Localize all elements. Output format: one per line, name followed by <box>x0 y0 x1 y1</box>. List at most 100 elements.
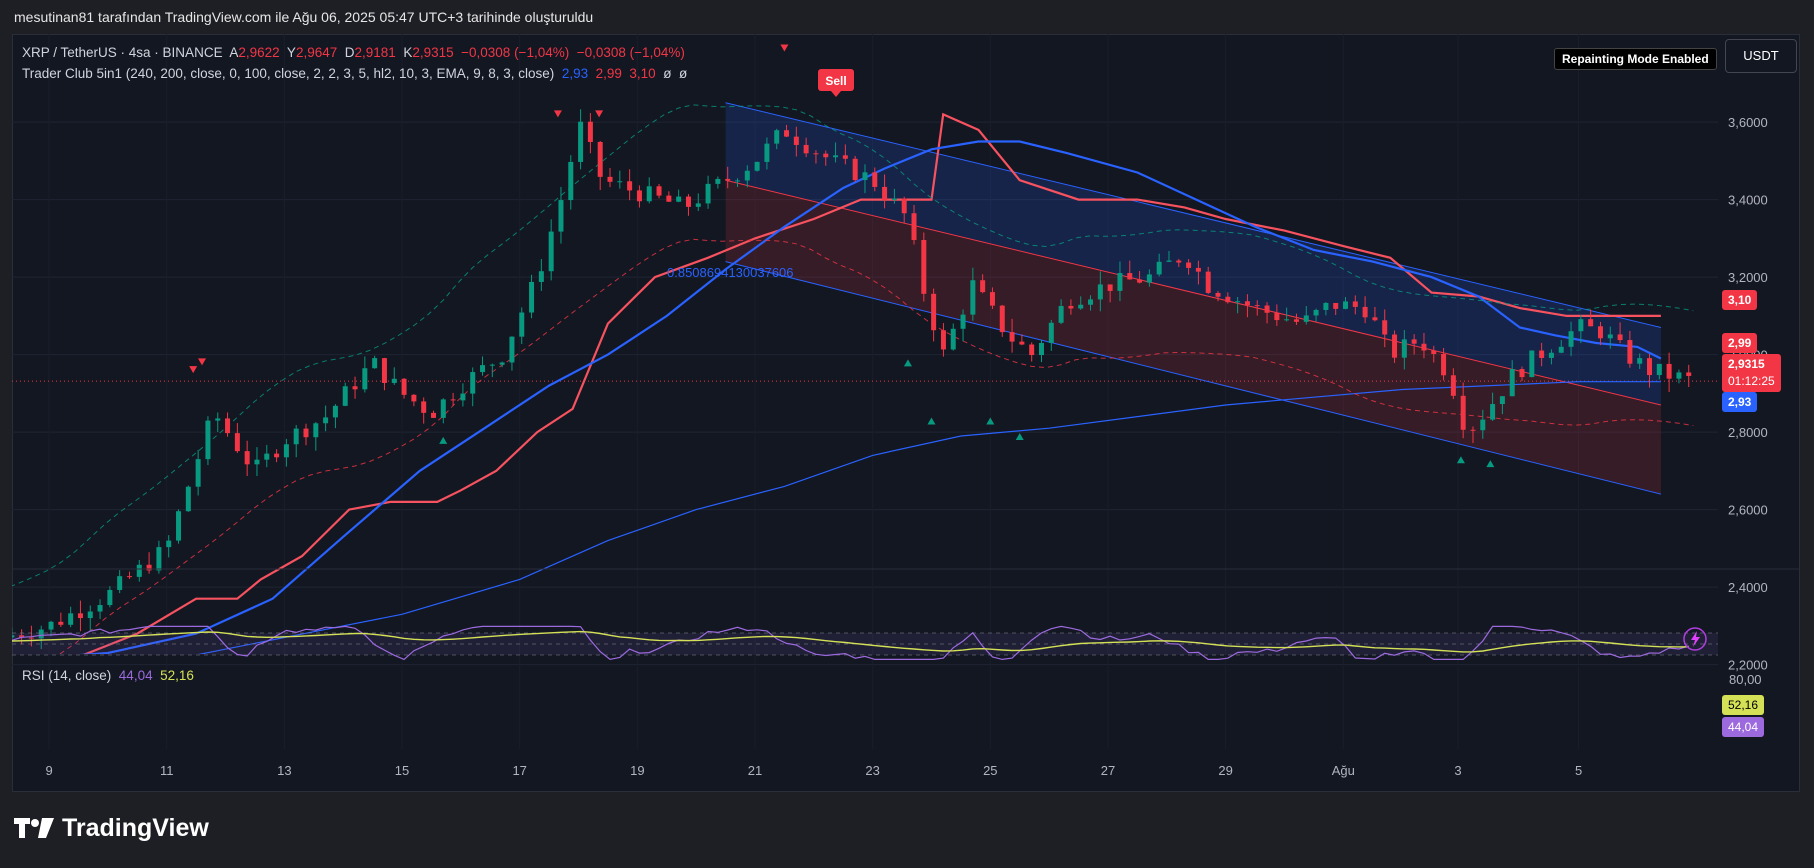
buy-marker <box>903 359 912 367</box>
buy-marker <box>1486 460 1495 468</box>
candle-body <box>833 155 839 158</box>
sell-marker <box>189 366 198 374</box>
buy-marker <box>986 417 995 425</box>
candle-body <box>1470 429 1476 431</box>
buy-marker <box>439 436 448 444</box>
candle-body <box>1068 305 1074 309</box>
candle-body <box>1205 271 1211 293</box>
candle-body <box>1499 396 1505 405</box>
candle-body <box>558 200 564 232</box>
candle-body <box>225 418 231 434</box>
symbol-legend: XRP / TetherUS · 4sa · BINANCE A2,9622 Y… <box>22 45 685 60</box>
candle-body <box>1019 341 1025 345</box>
candle-body <box>529 281 535 313</box>
candle-body <box>1293 319 1299 322</box>
candle-body <box>568 161 574 201</box>
candle-body <box>1097 284 1103 300</box>
candle-body <box>578 121 584 162</box>
candle-body <box>1352 301 1358 307</box>
candle-body <box>87 611 93 619</box>
candle-body <box>842 155 848 159</box>
candle-body <box>1333 302 1339 309</box>
candle-body <box>607 176 613 182</box>
candle-body <box>931 293 937 331</box>
price-tick-label: 3,2000 <box>1728 270 1768 285</box>
candle-body <box>862 172 868 181</box>
candle-body <box>960 314 966 329</box>
candle-body <box>205 420 211 460</box>
rsi-legend: RSI (14, close) 44,04 52,16 <box>22 668 194 683</box>
candle-body <box>352 386 358 390</box>
candle-body <box>1637 358 1643 364</box>
candle-body <box>195 459 201 487</box>
candle-body <box>1058 305 1064 323</box>
chart-caption: mesutinan81 tarafından TradingView.com i… <box>14 9 594 25</box>
candle-body <box>1578 319 1584 332</box>
candle-body <box>1254 305 1260 307</box>
candle-body <box>793 136 799 145</box>
candle-body <box>764 143 770 162</box>
candle-body <box>58 621 64 625</box>
price-badge-310: 3,10 <box>1722 290 1758 310</box>
candle-body <box>823 153 829 158</box>
candle-body <box>754 161 760 171</box>
price-chart[interactable]: 3,60003,40003,20003,00002,80002,60002,40… <box>12 34 1800 792</box>
candle-body <box>1401 339 1407 358</box>
candle-body <box>1342 301 1348 309</box>
candle-body <box>313 423 319 438</box>
indicator-legend: Trader Club 5in1 (240, 200, close, 0, 10… <box>22 66 688 81</box>
candle-body <box>980 280 986 293</box>
candle-body <box>911 213 917 241</box>
candle-body <box>1362 306 1368 318</box>
currency-button[interactable]: USDT <box>1725 39 1797 73</box>
candle-body <box>1666 363 1672 379</box>
candle-body <box>48 621 54 630</box>
candle-body <box>548 231 554 272</box>
candle-body <box>1166 260 1172 262</box>
candle-body <box>1156 261 1162 275</box>
candle-body <box>1480 419 1486 431</box>
candle-body <box>1431 350 1437 354</box>
candle-body <box>440 399 446 418</box>
candle-body <box>725 178 731 181</box>
rsi-value-badge: 44,04 <box>1722 717 1765 737</box>
candle-body <box>215 418 221 421</box>
rsi-pane <box>12 568 1800 661</box>
time-tick-label: 11 <box>160 763 174 778</box>
candle-body <box>97 605 103 612</box>
candle-body <box>1686 372 1692 376</box>
tradingview-logo: TradingView <box>14 814 209 843</box>
candle-body <box>401 378 407 395</box>
candle-body <box>1460 395 1466 430</box>
time-tick-label: 5 <box>1575 763 1582 778</box>
time-tick-label: 19 <box>630 763 644 778</box>
candle-body <box>117 576 123 590</box>
candle-body <box>1676 372 1682 379</box>
buy-marker <box>1015 433 1024 440</box>
candle-body <box>774 130 780 144</box>
candle-body <box>1548 352 1554 358</box>
candle-body <box>1421 343 1427 351</box>
candle-body <box>68 613 74 625</box>
candle-body <box>244 451 250 465</box>
price-tick-label: 2,8000 <box>1728 425 1768 440</box>
candle-body <box>784 130 790 137</box>
candle-body <box>1264 305 1270 313</box>
candle-body <box>1588 319 1594 327</box>
candle-body <box>1009 332 1015 342</box>
sell-marker <box>595 110 604 118</box>
candle-body <box>499 362 505 365</box>
candle-body <box>107 589 113 606</box>
candle-body <box>372 358 378 369</box>
time-tick-label: 21 <box>748 763 762 778</box>
candle-body <box>734 180 740 182</box>
candle-body <box>1038 342 1044 356</box>
candle-body <box>587 121 593 142</box>
candle-body <box>1225 296 1231 303</box>
sell-signal: Sell <box>818 69 854 97</box>
candle-body <box>77 613 83 619</box>
candle-body <box>1235 301 1241 303</box>
candle-body <box>891 198 897 200</box>
candle-body <box>882 186 888 200</box>
candle-body <box>470 372 476 394</box>
